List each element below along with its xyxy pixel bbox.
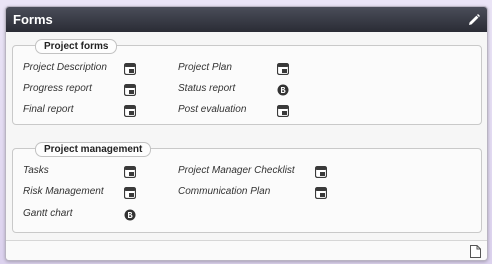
list-item[interactable]: Final report xyxy=(23,104,74,115)
form-icon[interactable] xyxy=(315,187,327,199)
form-link-progress-report[interactable]: Progress report xyxy=(23,83,92,94)
list-item[interactable]: Progress report xyxy=(23,83,92,94)
form-link-risk-management[interactable]: Risk Management xyxy=(23,186,104,197)
list-item[interactable]: Gantt chart xyxy=(23,208,72,219)
forms-panel: Forms Project forms Project Description … xyxy=(5,6,488,261)
form-icon[interactable] xyxy=(124,187,136,199)
form-link-final-report[interactable]: Final report xyxy=(23,104,74,115)
form-icon[interactable] xyxy=(124,84,136,96)
pencil-icon[interactable] xyxy=(467,13,481,27)
panel-body: Project forms Project Description Projec… xyxy=(6,32,487,242)
list-item[interactable]: Post evaluation xyxy=(178,104,246,115)
form-icon[interactable] xyxy=(124,105,136,117)
form-link-communication-plan[interactable]: Communication Plan xyxy=(178,186,270,197)
form-link-tasks[interactable]: Tasks xyxy=(23,165,49,176)
group-title: Project forms xyxy=(35,39,118,54)
panel-header: Forms xyxy=(6,7,487,32)
list-item[interactable]: Project Manager Checklist xyxy=(178,165,295,176)
form-icon[interactable] xyxy=(124,63,136,75)
panel-title: Forms xyxy=(13,12,53,27)
panel-footer xyxy=(6,240,487,260)
document-icon[interactable] xyxy=(470,245,481,258)
form-link-project-manager-checklist[interactable]: Project Manager Checklist xyxy=(178,165,295,176)
status-dot-icon[interactable] xyxy=(277,84,289,96)
form-icon[interactable] xyxy=(277,105,289,117)
form-icon[interactable] xyxy=(315,166,327,178)
list-item[interactable]: Communication Plan xyxy=(178,186,270,197)
form-link-post-evaluation[interactable]: Post evaluation xyxy=(178,104,246,115)
form-link-status-report[interactable]: Status report xyxy=(178,83,235,94)
form-icon[interactable] xyxy=(277,63,289,75)
list-item[interactable]: Status report xyxy=(178,83,235,94)
group-project-forms: Project forms Project Description Projec… xyxy=(12,39,482,125)
list-item[interactable]: Tasks xyxy=(23,165,49,176)
group-title: Project management xyxy=(35,142,152,157)
status-dot-icon[interactable] xyxy=(124,209,136,221)
form-link-gantt-chart[interactable]: Gantt chart xyxy=(23,208,72,219)
list-item[interactable]: Risk Management xyxy=(23,186,104,197)
form-link-project-description[interactable]: Project Description xyxy=(23,62,107,73)
form-icon[interactable] xyxy=(124,166,136,178)
list-item[interactable]: Project Plan xyxy=(178,62,232,73)
list-item[interactable]: Project Description xyxy=(23,62,107,73)
group-project-management: Project management Tasks Project Manager… xyxy=(12,142,482,233)
form-link-project-plan[interactable]: Project Plan xyxy=(178,62,232,73)
